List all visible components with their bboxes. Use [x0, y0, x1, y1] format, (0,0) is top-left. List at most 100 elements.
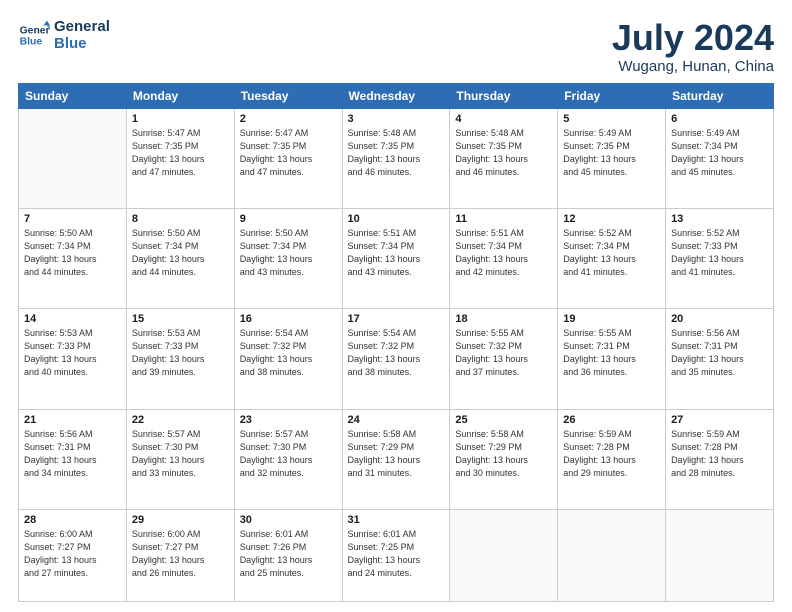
day-cell: 19 Sunrise: 5:55 AM Sunset: 7:31 PM Dayli…: [558, 309, 666, 409]
day-number: 26: [563, 414, 660, 426]
day-info: Sunrise: 5:54 AM Sunset: 7:32 PM Dayligh…: [348, 327, 445, 379]
day-info: Sunrise: 5:51 AM Sunset: 7:34 PM Dayligh…: [348, 227, 445, 279]
day-info: Sunrise: 5:55 AM Sunset: 7:32 PM Dayligh…: [455, 327, 552, 379]
svg-text:General: General: [20, 26, 50, 37]
week-row-4: 21 Sunrise: 5:56 AM Sunset: 7:31 PM Dayli…: [19, 409, 774, 509]
day-cell: 30Sunrise: 6:01 AM Sunset: 7:26 PM Dayli…: [234, 509, 342, 601]
day-info: Sunrise: 5:57 AM Sunset: 7:30 PM Dayligh…: [132, 428, 229, 480]
day-info: Sunrise: 5:56 AM Sunset: 7:31 PM Dayligh…: [24, 428, 121, 480]
day-info: Sunrise: 6:01 AM Sunset: 7:26 PM Dayligh…: [240, 528, 337, 580]
col-header-thursday: Thursday: [450, 83, 558, 108]
day-number: 4: [455, 113, 552, 125]
day-number: 22: [132, 414, 229, 426]
day-cell: 29 Sunrise: 6:00 AM Sunset: 7:27 PM Dayli…: [126, 509, 234, 601]
day-info: Sunrise: 5:54 AM Sunset: 7:32 PM Dayligh…: [240, 327, 337, 379]
day-number: 23: [240, 414, 337, 426]
day-number: 29: [132, 514, 229, 526]
title-block: July 2024 Wugang, Hunan, China: [612, 18, 774, 75]
day-number: 7: [24, 213, 121, 225]
day-cell: 2Sunrise: 5:47 AM Sunset: 7:35 PM Daylig…: [234, 108, 342, 208]
day-number: 20: [671, 313, 768, 325]
day-cell: 12 Sunrise: 5:52 AM Sunset: 7:34 PM Dayli…: [558, 208, 666, 308]
day-cell: [666, 509, 774, 601]
day-cell: 16 Sunrise: 5:54 AM Sunset: 7:32 PM Dayli…: [234, 309, 342, 409]
calendar-table: SundayMondayTuesdayWednesdayThursdayFrid…: [18, 83, 774, 602]
day-info: Sunrise: 5:49 AM Sunset: 7:34 PM Dayligh…: [671, 127, 768, 179]
day-cell: 5Sunrise: 5:49 AM Sunset: 7:35 PM Daylig…: [558, 108, 666, 208]
day-cell: 13Sunrise: 5:52 AM Sunset: 7:33 PM Dayli…: [666, 208, 774, 308]
day-info: Sunrise: 5:59 AM Sunset: 7:28 PM Dayligh…: [671, 428, 768, 480]
day-number: 10: [348, 213, 445, 225]
day-number: 17: [348, 313, 445, 325]
day-info: Sunrise: 6:01 AM Sunset: 7:25 PM Dayligh…: [348, 528, 445, 580]
day-info: Sunrise: 6:00 AM Sunset: 7:27 PM Dayligh…: [132, 528, 229, 580]
day-cell: 8 Sunrise: 5:50 AM Sunset: 7:34 PM Daylig…: [126, 208, 234, 308]
day-cell: 9 Sunrise: 5:50 AM Sunset: 7:34 PM Daylig…: [234, 208, 342, 308]
day-info: Sunrise: 5:50 AM Sunset: 7:34 PM Dayligh…: [132, 227, 229, 279]
day-info: Sunrise: 5:47 AM Sunset: 7:35 PM Dayligh…: [132, 127, 229, 179]
day-info: Sunrise: 5:58 AM Sunset: 7:29 PM Dayligh…: [455, 428, 552, 480]
week-row-5: 28Sunrise: 6:00 AM Sunset: 7:27 PM Dayli…: [19, 509, 774, 601]
logo-blue: Blue: [54, 35, 110, 52]
location: Wugang, Hunan, China: [612, 58, 774, 75]
day-cell: 7 Sunrise: 5:50 AM Sunset: 7:34 PM Daylig…: [19, 208, 127, 308]
day-cell: 18Sunrise: 5:55 AM Sunset: 7:32 PM Dayli…: [450, 309, 558, 409]
day-number: 6: [671, 113, 768, 125]
day-number: 9: [240, 213, 337, 225]
day-info: Sunrise: 5:47 AM Sunset: 7:35 PM Dayligh…: [240, 127, 337, 179]
col-header-tuesday: Tuesday: [234, 83, 342, 108]
day-cell: 26 Sunrise: 5:59 AM Sunset: 7:28 PM Dayli…: [558, 409, 666, 509]
day-cell: 21 Sunrise: 5:56 AM Sunset: 7:31 PM Dayli…: [19, 409, 127, 509]
day-cell: 31 Sunrise: 6:01 AM Sunset: 7:25 PM Dayli…: [342, 509, 450, 601]
page: General Blue General Blue July 2024 Wuga…: [0, 0, 792, 612]
day-cell: 4 Sunrise: 5:48 AM Sunset: 7:35 PM Daylig…: [450, 108, 558, 208]
day-cell: 27 Sunrise: 5:59 AM Sunset: 7:28 PM Dayli…: [666, 409, 774, 509]
svg-text:Blue: Blue: [20, 37, 43, 48]
day-number: 16: [240, 313, 337, 325]
week-row-1: 1 Sunrise: 5:47 AM Sunset: 7:35 PM Daylig…: [19, 108, 774, 208]
col-header-friday: Friday: [558, 83, 666, 108]
day-info: Sunrise: 5:59 AM Sunset: 7:28 PM Dayligh…: [563, 428, 660, 480]
day-cell: 3 Sunrise: 5:48 AM Sunset: 7:35 PM Daylig…: [342, 108, 450, 208]
logo-general: General: [54, 18, 110, 35]
day-cell: [558, 509, 666, 601]
day-info: Sunrise: 5:51 AM Sunset: 7:34 PM Dayligh…: [455, 227, 552, 279]
day-cell: 17 Sunrise: 5:54 AM Sunset: 7:32 PM Dayli…: [342, 309, 450, 409]
day-number: 12: [563, 213, 660, 225]
header: General Blue General Blue July 2024 Wuga…: [18, 18, 774, 75]
day-cell: 15Sunrise: 5:53 AM Sunset: 7:33 PM Dayli…: [126, 309, 234, 409]
day-info: Sunrise: 5:53 AM Sunset: 7:33 PM Dayligh…: [24, 327, 121, 379]
day-number: 27: [671, 414, 768, 426]
day-number: 1: [132, 113, 229, 125]
day-info: Sunrise: 5:52 AM Sunset: 7:34 PM Dayligh…: [563, 227, 660, 279]
day-number: 25: [455, 414, 552, 426]
day-info: Sunrise: 5:55 AM Sunset: 7:31 PM Dayligh…: [563, 327, 660, 379]
day-info: Sunrise: 5:50 AM Sunset: 7:34 PM Dayligh…: [240, 227, 337, 279]
logo: General Blue General Blue: [18, 18, 110, 53]
day-number: 19: [563, 313, 660, 325]
day-cell: 11Sunrise: 5:51 AM Sunset: 7:34 PM Dayli…: [450, 208, 558, 308]
day-number: 13: [671, 213, 768, 225]
day-number: 3: [348, 113, 445, 125]
day-number: 31: [348, 514, 445, 526]
day-number: 21: [24, 414, 121, 426]
day-info: Sunrise: 5:53 AM Sunset: 7:33 PM Dayligh…: [132, 327, 229, 379]
day-info: Sunrise: 5:48 AM Sunset: 7:35 PM Dayligh…: [455, 127, 552, 179]
col-header-wednesday: Wednesday: [342, 83, 450, 108]
day-info: Sunrise: 5:48 AM Sunset: 7:35 PM Dayligh…: [348, 127, 445, 179]
day-cell: 6 Sunrise: 5:49 AM Sunset: 7:34 PM Daylig…: [666, 108, 774, 208]
day-cell: [450, 509, 558, 601]
col-header-saturday: Saturday: [666, 83, 774, 108]
day-number: 8: [132, 213, 229, 225]
day-number: 14: [24, 313, 121, 325]
logo-icon: General Blue: [18, 19, 50, 51]
day-info: Sunrise: 6:00 AM Sunset: 7:27 PM Dayligh…: [24, 528, 121, 580]
day-info: Sunrise: 5:50 AM Sunset: 7:34 PM Dayligh…: [24, 227, 121, 279]
day-info: Sunrise: 5:56 AM Sunset: 7:31 PM Dayligh…: [671, 327, 768, 379]
day-info: Sunrise: 5:58 AM Sunset: 7:29 PM Dayligh…: [348, 428, 445, 480]
day-cell: 22 Sunrise: 5:57 AM Sunset: 7:30 PM Dayli…: [126, 409, 234, 509]
col-header-monday: Monday: [126, 83, 234, 108]
day-cell: 10 Sunrise: 5:51 AM Sunset: 7:34 PM Dayli…: [342, 208, 450, 308]
day-cell: 23 Sunrise: 5:57 AM Sunset: 7:30 PM Dayli…: [234, 409, 342, 509]
day-info: Sunrise: 5:57 AM Sunset: 7:30 PM Dayligh…: [240, 428, 337, 480]
